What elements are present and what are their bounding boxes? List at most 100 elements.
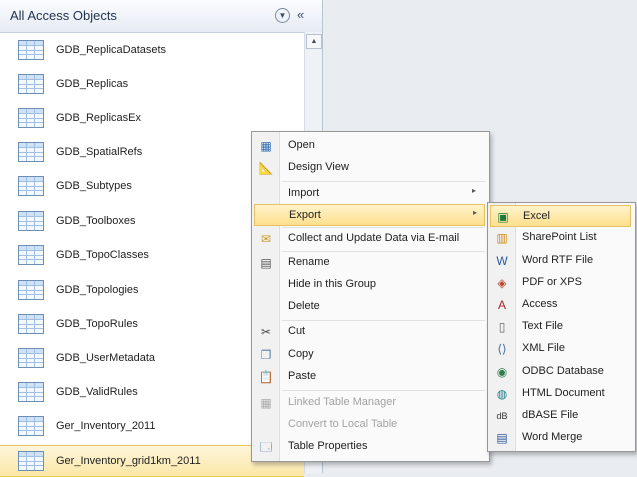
table-icon <box>18 245 44 265</box>
design-view-icon: 📐 <box>258 161 274 175</box>
menu-label: Import <box>288 187 320 199</box>
submenu-arrow-icon: ▸ <box>473 208 478 217</box>
odbc-icon: ◉ <box>496 365 508 379</box>
table-name: GDB_Replicas <box>56 78 129 90</box>
paste-icon: 📋 <box>258 370 274 384</box>
sharepoint-icon: ▥ <box>496 231 508 245</box>
cut-icon: ✂ <box>260 325 272 339</box>
word-icon: W <box>496 254 508 268</box>
menu-item-export-sharepoint[interactable]: ▥ SharePoint List <box>490 227 631 249</box>
menu-label: Word Merge <box>522 431 583 443</box>
menu-item-delete[interactable]: Delete <box>254 296 485 318</box>
nav-header[interactable]: All Access Objects ▼ « <box>0 0 322 33</box>
table-icon <box>18 211 44 231</box>
menu-separator <box>282 390 485 391</box>
menu-label: Design View <box>288 161 349 173</box>
menu-item-collect-data[interactable]: ✉ Collect and Update Data via E-mail <box>254 228 485 250</box>
menu-item-hide[interactable]: Hide in this Group <box>254 274 485 296</box>
menu-label: Hide in this Group <box>288 278 377 290</box>
menu-label: Collect and Update Data via E-mail <box>288 232 460 244</box>
table-name: GDB_UserMetadata <box>56 352 156 364</box>
word-merge-icon: ▤ <box>496 431 508 445</box>
linked-table-icon: ▦ <box>260 396 272 410</box>
menu-item-export-odbc[interactable]: ◉ ODBC Database <box>490 361 631 383</box>
table-name: GDB_Subtypes <box>56 180 132 192</box>
table-name: GDB_TopoRules <box>56 318 138 330</box>
menu-item-export-word-merge[interactable]: ▤ Word Merge <box>490 427 631 449</box>
table-name: GDB_Topologies <box>56 284 139 296</box>
menu-item-paste[interactable]: 📋 Paste <box>254 366 485 388</box>
menu-label: Cut <box>288 325 306 337</box>
menu-item-convert-local: Convert to Local Table <box>254 414 485 436</box>
table-name: GDB_Toolboxes <box>56 215 136 227</box>
menu-label: Table Properties <box>288 440 368 452</box>
menu-item-export-access[interactable]: A Access <box>490 294 631 316</box>
context-menu: ▦ Open 📐 Design View Import ▸ Export ▸ ✉… <box>251 131 490 462</box>
table-icon <box>18 382 44 402</box>
export-submenu: ▣ Excel ▥ SharePoint List W Word RTF Fil… <box>487 202 636 452</box>
menu-label: Access <box>522 298 558 310</box>
menu-label: Linked Table Manager <box>288 396 397 408</box>
menu-item-export-text[interactable]: ▯ Text File <box>490 316 631 338</box>
menu-item-import[interactable]: Import ▸ <box>254 183 485 205</box>
menu-label: Excel <box>523 210 550 222</box>
table-item[interactable]: GDB_Replicas <box>0 69 304 99</box>
table-name: GDB_SpatialRefs <box>56 146 143 158</box>
menu-item-copy[interactable]: ❐ Copy <box>254 344 485 366</box>
menu-item-export-xml[interactable]: ⟨⟩ XML File <box>490 338 631 360</box>
menu-item-linked-table-manager: ▦ Linked Table Manager <box>254 392 485 414</box>
menu-item-cut[interactable]: ✂ Cut <box>254 321 485 343</box>
menu-item-export-html[interactable]: ◍ HTML Document <box>490 383 631 405</box>
rename-icon: ▤ <box>260 256 272 270</box>
table-name: GDB_ValidRules <box>56 386 138 398</box>
menu-label: XML File <box>522 342 565 354</box>
menu-label: HTML Document <box>522 387 605 399</box>
menu-label: ODBC Database <box>522 365 604 377</box>
menu-item-open[interactable]: ▦ Open <box>254 135 485 157</box>
menu-item-export-dbase[interactable]: dB dBASE File <box>490 405 631 427</box>
table-item[interactable]: GDB_ReplicasEx <box>0 103 304 133</box>
table-icon <box>18 74 44 94</box>
table-icon <box>18 40 44 60</box>
table-icon <box>18 451 44 471</box>
menu-label: Text File <box>522 320 563 332</box>
copy-icon: ❐ <box>260 348 272 362</box>
scroll-up-arrow-icon[interactable]: ▲ <box>306 34 322 49</box>
pdf-icon: ◈ <box>497 276 507 290</box>
table-name: GDB_ReplicasEx <box>56 112 141 124</box>
table-name: Ger_Inventory_grid1km_2011 <box>56 455 201 467</box>
menu-item-design-view[interactable]: 📐 Design View <box>254 157 485 179</box>
table-icon <box>18 176 44 196</box>
table-icon <box>18 108 44 128</box>
menu-item-export-pdf[interactable]: ◈ PDF or XPS <box>490 272 631 294</box>
table-item[interactable]: GDB_ReplicaDatasets <box>0 35 304 65</box>
dbase-icon: dB <box>496 411 508 421</box>
chevron-down-icon[interactable]: ▼ <box>275 8 290 23</box>
table-name: Ger_Inventory_2011 <box>56 420 156 432</box>
menu-label: Open <box>288 139 315 151</box>
table-icon <box>18 280 44 300</box>
access-icon: A <box>497 298 506 312</box>
menu-item-export[interactable]: Export ▸ <box>254 204 485 226</box>
menu-label: Word RTF File <box>522 254 594 266</box>
menu-separator <box>282 181 485 182</box>
table-icon <box>18 348 44 368</box>
menu-label: Delete <box>288 300 320 312</box>
nav-title: All Access Objects <box>10 8 117 23</box>
menu-item-export-excel[interactable]: ▣ Excel <box>490 205 631 227</box>
table-icon <box>18 142 44 162</box>
menu-label: Export <box>289 209 321 221</box>
menu-label: Paste <box>288 370 317 382</box>
table-icon <box>18 314 44 334</box>
collapse-pane-icon[interactable]: « <box>297 7 304 22</box>
menu-item-rename[interactable]: ▤ Rename <box>254 252 485 274</box>
menu-label: Convert to Local Table <box>288 418 398 430</box>
xml-icon: ⟨⟩ <box>497 342 507 356</box>
menu-label: Copy <box>288 348 314 360</box>
table-name: GDB_ReplicaDatasets <box>56 44 167 56</box>
table-icon <box>18 416 44 436</box>
html-icon: ◍ <box>496 387 508 401</box>
menu-item-export-word-rtf[interactable]: W Word RTF File <box>490 250 631 272</box>
email-collect-icon: ✉ <box>260 232 272 246</box>
menu-item-table-properties[interactable]: 🗔 Table Properties <box>254 436 485 458</box>
